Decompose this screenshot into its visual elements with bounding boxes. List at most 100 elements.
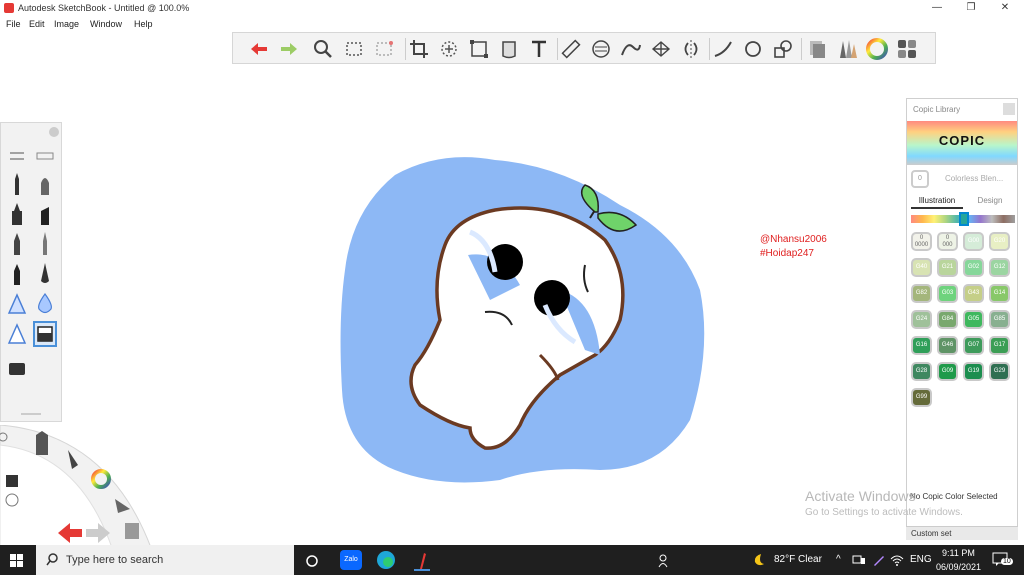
colorless-blender-row[interactable]: 0 Colorless Blen... bbox=[907, 167, 1017, 191]
copic-swatch[interactable]: G40 bbox=[911, 258, 932, 277]
copic-swatch[interactable]: G24 bbox=[911, 310, 932, 329]
ink-pen-icon[interactable] bbox=[33, 261, 57, 287]
smudge-icon[interactable] bbox=[5, 291, 29, 317]
copic-swatch[interactable]: G00 bbox=[963, 232, 984, 251]
windows-start-icon[interactable] bbox=[10, 554, 23, 567]
copic-swatch[interactable]: G09 bbox=[937, 362, 958, 381]
ruler-icon[interactable] bbox=[559, 37, 583, 61]
network-device-icon[interactable] bbox=[852, 554, 866, 566]
circle-icon[interactable] bbox=[741, 37, 765, 61]
activate-windows-subtext: Go to Settings to activate Windows. bbox=[805, 507, 963, 518]
copic-swatch[interactable]: G16 bbox=[911, 336, 932, 355]
copic-swatch[interactable]: G99 bbox=[911, 388, 932, 407]
language-indicator[interactable]: ENG bbox=[910, 554, 932, 565]
tab-illustration[interactable]: Illustration bbox=[911, 193, 963, 209]
menu-edit[interactable]: Edit bbox=[29, 19, 45, 29]
shape-icon[interactable] bbox=[771, 37, 795, 61]
marker-brush-icon[interactable] bbox=[5, 201, 29, 227]
distort-icon[interactable] bbox=[467, 37, 491, 61]
fineliner-icon[interactable] bbox=[33, 231, 57, 257]
taskbar-search-box[interactable]: Type here to search bbox=[36, 545, 294, 575]
copic-swatch[interactable]: G03 bbox=[937, 284, 958, 303]
minimize-button[interactable]: — bbox=[920, 0, 954, 18]
clock-time[interactable]: 9:11 PM bbox=[942, 548, 975, 558]
pen-tray-icon[interactable] bbox=[872, 553, 886, 567]
menu-image[interactable]: Image bbox=[54, 19, 79, 29]
copic-swatch[interactable]: G85 bbox=[989, 310, 1010, 329]
copic-swatch[interactable]: 0 0000 bbox=[911, 232, 932, 251]
ballpoint-icon[interactable] bbox=[5, 261, 29, 287]
copic-swatch[interactable]: G19 bbox=[963, 362, 984, 381]
text-icon[interactable] bbox=[527, 37, 551, 61]
copic-swatch[interactable]: G84 bbox=[937, 310, 958, 329]
copic-swatch[interactable]: G12 bbox=[989, 258, 1010, 277]
tab-design[interactable]: Design bbox=[965, 193, 1015, 209]
panel-grip[interactable] bbox=[21, 413, 41, 415]
chisel-marker-icon[interactable] bbox=[33, 201, 57, 227]
edge-browser-icon[interactable] bbox=[376, 550, 396, 570]
pencil-brush-icon[interactable] bbox=[5, 171, 29, 197]
symmetry-icon[interactable] bbox=[679, 37, 703, 61]
brush-list-icon[interactable] bbox=[33, 143, 57, 169]
zoom-icon[interactable] bbox=[311, 37, 335, 61]
tray-chevron-icon[interactable]: ^ bbox=[836, 554, 841, 565]
sketchbook-taskbar-icon[interactable] bbox=[412, 549, 432, 571]
clock-date[interactable]: 06/09/2021 bbox=[936, 562, 981, 572]
hard-eraser-icon[interactable] bbox=[5, 355, 29, 381]
copic-swatch[interactable]: G29 bbox=[989, 362, 1010, 381]
maximize-button[interactable]: ❐ bbox=[954, 0, 988, 18]
eraser-brush-selected[interactable] bbox=[33, 321, 57, 347]
palette-icon[interactable] bbox=[895, 37, 919, 61]
undo-icon[interactable] bbox=[247, 37, 271, 61]
menu-help[interactable]: Help bbox=[134, 19, 153, 29]
perspective-icon[interactable] bbox=[649, 37, 673, 61]
transform-icon[interactable] bbox=[437, 37, 461, 61]
menu-window[interactable]: Window bbox=[90, 19, 122, 29]
redo-icon[interactable] bbox=[277, 37, 301, 61]
lagoon-layers-icon[interactable] bbox=[125, 523, 139, 539]
color-family-slider[interactable] bbox=[911, 212, 1015, 226]
copic-swatch[interactable]: G28 bbox=[911, 362, 932, 381]
copic-swatch[interactable]: G21 bbox=[937, 258, 958, 277]
copic-swatch[interactable]: G46 bbox=[937, 336, 958, 355]
panel-close-icon[interactable] bbox=[49, 127, 59, 137]
custom-set-dropdown[interactable]: Custom set bbox=[906, 526, 1018, 540]
zalo-taskbar-icon[interactable]: Zalo bbox=[340, 550, 362, 570]
lagoon-eraser-icon[interactable] bbox=[6, 475, 18, 487]
color-family-handle[interactable] bbox=[959, 212, 969, 226]
copic-swatch[interactable]: G07 bbox=[963, 336, 984, 355]
ellipse-guide-icon[interactable] bbox=[589, 37, 613, 61]
layers-icon[interactable] bbox=[805, 37, 829, 61]
copic-swatch[interactable]: G02 bbox=[963, 258, 984, 277]
pen-brush-icon[interactable] bbox=[5, 231, 29, 257]
copic-close-icon[interactable] bbox=[1003, 103, 1015, 115]
weather-text[interactable]: 82°F Clear bbox=[774, 554, 822, 565]
color-wheel-icon[interactable] bbox=[865, 37, 889, 61]
copic-swatch[interactable]: G05 bbox=[963, 310, 984, 329]
copic-swatch[interactable]: G82 bbox=[911, 284, 932, 303]
brushes-icon[interactable] bbox=[835, 37, 859, 61]
notification-center[interactable]: 10 bbox=[992, 552, 1013, 568]
lagoon-brush-size-icon[interactable] bbox=[5, 493, 19, 507]
copic-swatch[interactable]: G14 bbox=[989, 284, 1010, 303]
copic-swatch[interactable]: 0 000 bbox=[937, 232, 958, 251]
sharpen-icon[interactable] bbox=[5, 321, 29, 347]
close-button[interactable]: ✕ bbox=[988, 0, 1022, 18]
copic-swatch[interactable]: G17 bbox=[989, 336, 1010, 355]
line-icon[interactable] bbox=[711, 37, 735, 61]
copic-swatch[interactable]: G20 bbox=[989, 232, 1010, 251]
french-curve-icon[interactable] bbox=[619, 37, 643, 61]
crop-icon[interactable] bbox=[407, 37, 431, 61]
rect-select-icon[interactable] bbox=[343, 37, 367, 61]
lasso-select-icon[interactable] bbox=[373, 37, 397, 61]
blur-drop-icon[interactable] bbox=[33, 291, 57, 317]
lagoon-tools-icon[interactable] bbox=[36, 431, 48, 455]
airbrush-icon[interactable] bbox=[33, 171, 57, 197]
menu-file[interactable]: File bbox=[6, 19, 21, 29]
fill-icon[interactable] bbox=[497, 37, 521, 61]
wifi-icon[interactable] bbox=[890, 553, 904, 567]
people-icon[interactable] bbox=[658, 554, 672, 568]
copic-swatch[interactable]: G43 bbox=[963, 284, 984, 303]
brush-swap-icon[interactable] bbox=[5, 143, 29, 169]
cortana-icon[interactable] bbox=[305, 554, 319, 568]
